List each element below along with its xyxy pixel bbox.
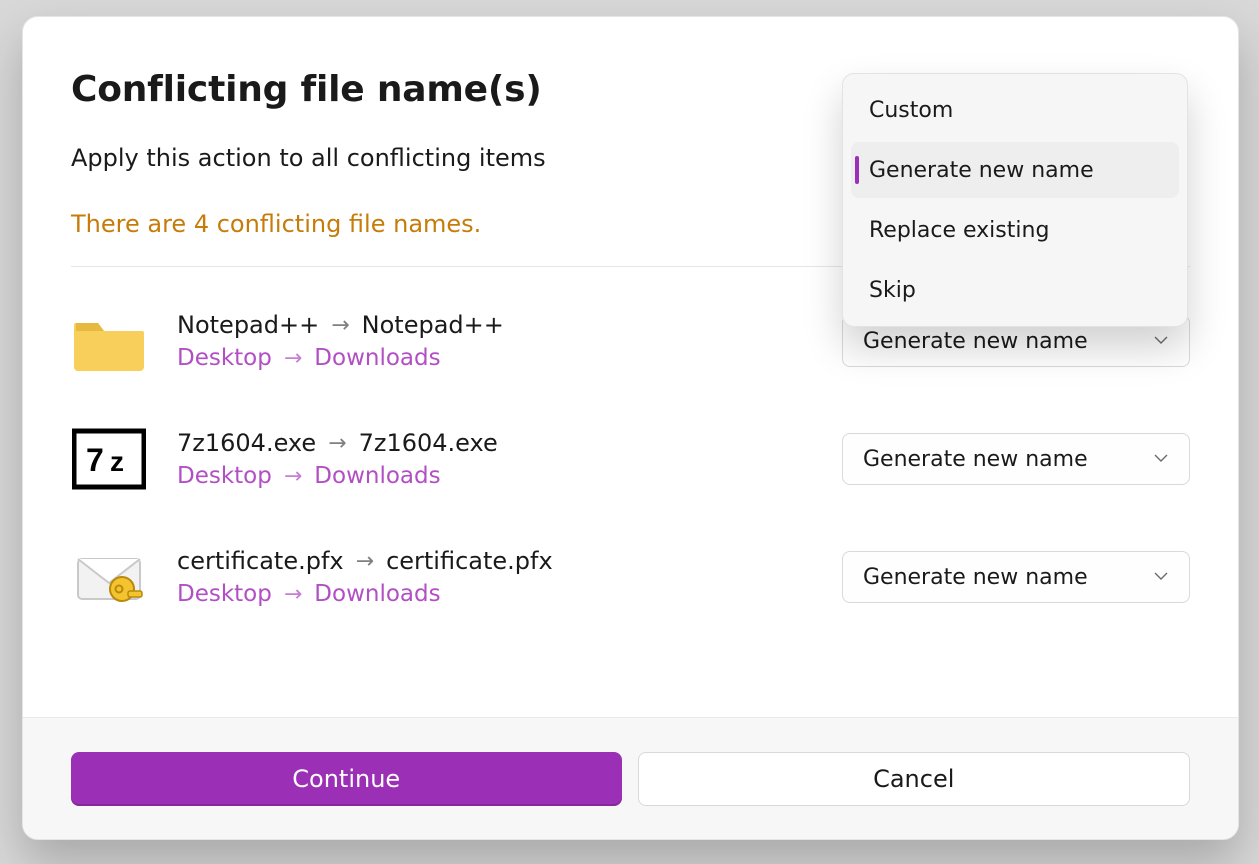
action-flyout: Custom Generate new name Replace existin… xyxy=(842,73,1188,327)
src-name: certificate.pfx xyxy=(177,547,344,575)
cancel-button[interactable]: Cancel xyxy=(638,752,1191,806)
action-dropdown[interactable]: Generate new name xyxy=(842,551,1190,603)
conflict-list: Notepad++ → Notepad++ Desktop → Download… xyxy=(71,307,1190,611)
arrow-right-icon: → xyxy=(284,346,302,371)
arrow-right-icon: → xyxy=(284,582,302,607)
dst-path-link[interactable]: Downloads xyxy=(314,463,440,489)
arrow-right-icon: → xyxy=(284,464,302,489)
flyout-option-replace-existing[interactable]: Replace existing xyxy=(851,202,1179,258)
dst-path-link[interactable]: Downloads xyxy=(314,345,440,371)
conflict-item: 7 z 7z1604.exe → 7z1604.exe Desktop → Do… xyxy=(71,425,1190,493)
dst-name: 7z1604.exe xyxy=(359,429,498,457)
src-path-link[interactable]: Desktop xyxy=(177,463,272,489)
arrow-right-icon: → xyxy=(356,549,374,574)
chevron-down-icon xyxy=(1153,565,1169,590)
certificate-icon xyxy=(71,543,147,611)
action-dropdown[interactable]: Generate new name xyxy=(842,433,1190,485)
flyout-option-skip[interactable]: Skip xyxy=(851,262,1179,318)
conflict-item-info: certificate.pfx → certificate.pfx Deskto… xyxy=(177,547,812,607)
arrow-right-icon: → xyxy=(331,313,349,338)
continue-button[interactable]: Continue xyxy=(71,752,622,806)
svg-text:z: z xyxy=(110,446,124,477)
conflict-item-info: Notepad++ → Notepad++ Desktop → Download… xyxy=(177,311,812,371)
conflict-item: certificate.pfx → certificate.pfx Deskto… xyxy=(71,543,1190,611)
src-path-link[interactable]: Desktop xyxy=(177,345,272,371)
dropdown-value: Generate new name xyxy=(863,565,1088,590)
conflict-item-info: 7z1604.exe → 7z1604.exe Desktop → Downlo… xyxy=(177,429,812,489)
dst-name: Notepad++ xyxy=(362,311,504,339)
dropdown-value: Generate new name xyxy=(863,447,1088,472)
src-path-link[interactable]: Desktop xyxy=(177,581,272,607)
flyout-option-generate-new-name[interactable]: Generate new name xyxy=(851,142,1179,198)
flyout-option-custom[interactable]: Custom xyxy=(851,82,1179,138)
dropdown-value: Generate new name xyxy=(863,329,1088,354)
src-name: Notepad++ xyxy=(177,311,319,339)
dst-name: certificate.pfx xyxy=(386,547,553,575)
conflict-dialog: Conflicting file name(s) Apply this acti… xyxy=(22,16,1239,840)
chevron-down-icon xyxy=(1153,447,1169,472)
dialog-footer: Continue Cancel xyxy=(23,717,1238,839)
sevenzip-icon: 7 z xyxy=(71,425,147,493)
folder-icon xyxy=(71,307,147,375)
arrow-right-icon: → xyxy=(328,431,346,456)
svg-text:7: 7 xyxy=(86,442,104,478)
chevron-down-icon xyxy=(1153,329,1169,354)
src-name: 7z1604.exe xyxy=(177,429,316,457)
dst-path-link[interactable]: Downloads xyxy=(314,581,440,607)
